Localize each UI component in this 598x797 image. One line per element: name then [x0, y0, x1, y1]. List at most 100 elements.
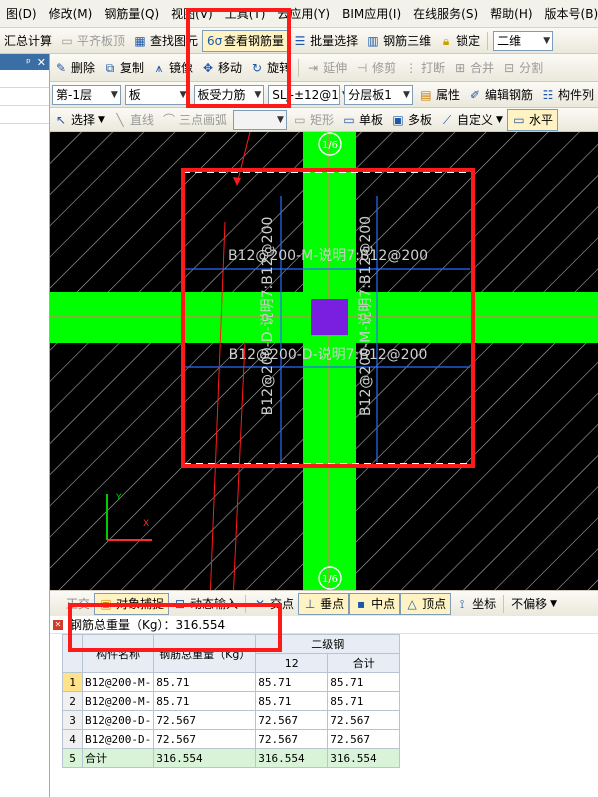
vertex-icon: △: [407, 596, 417, 611]
cell-d12[interactable]: 85.71: [255, 691, 329, 711]
menu-item-cloud[interactable]: 云应用(Y): [271, 0, 336, 27]
pin-icon[interactable]: ᵖ: [26, 56, 31, 69]
cell-name[interactable]: B12@200-M-: [81, 691, 155, 711]
edit-rebar-button[interactable]: ✐ 编辑钢筋: [464, 84, 537, 106]
cell-sum[interactable]: 316.554: [327, 748, 401, 768]
line-button[interactable]: ╲ 直线: [109, 109, 158, 131]
summary-button[interactable]: 汇总计算: [0, 30, 56, 52]
cell-total[interactable]: 72.567: [153, 710, 257, 730]
cell-sum[interactable]: 72.567: [327, 710, 401, 730]
snap-toolbar: 正交 ▣ 对象捕捉 ⊡ 动态输入 ✕ 交点 ⊥ 垂点 ▪ 中点 △ 顶点 ⟟ 坐标 不偏移 ▼: [50, 590, 598, 616]
align-slab-button[interactable]: ▭ 平齐板顶: [56, 30, 129, 52]
category-select[interactable]: 板 ▼: [124, 84, 190, 105]
intersect-snap-button[interactable]: ✕ 交点: [249, 593, 298, 615]
element-select[interactable]: SLJ-±12@1▼: [268, 84, 349, 105]
total-weight-header[interactable]: 钢筋总重量（Kg）: [153, 634, 257, 673]
break-button[interactable]: ⋮ 打断: [400, 57, 449, 79]
column[interactable]: [311, 299, 348, 335]
dynamic-input-button[interactable]: ⊡ 动态输入: [169, 593, 242, 615]
rotate-button[interactable]: ↻ 旋转: [246, 57, 295, 79]
split-button[interactable]: ⊟ 分割: [498, 57, 547, 79]
cell-name[interactable]: B12@200-M-: [81, 672, 155, 692]
name-header[interactable]: 构件名称: [81, 634, 155, 673]
rect-button[interactable]: ▭ 矩形: [289, 109, 338, 131]
horizontal-button[interactable]: ▭ 水平: [506, 108, 558, 131]
cell-name[interactable]: B12@200-D-: [81, 729, 155, 749]
diameter-header[interactable]: 12: [255, 653, 329, 673]
coordinate-button[interactable]: ⟟ 坐标: [451, 593, 500, 615]
table-total-row[interactable]: 5 合计 316.554 316.554 316.554: [62, 748, 401, 768]
intersect-icon: ✕: [255, 596, 266, 611]
close-icon[interactable]: ✕: [53, 620, 63, 630]
extend-button[interactable]: ⇥ 延伸: [302, 57, 351, 79]
vertex-snap-button[interactable]: △ 顶点: [400, 592, 452, 615]
cell-name[interactable]: B12@200-D-: [81, 710, 155, 730]
cell-sum[interactable]: 85.71: [327, 672, 401, 692]
view-rebar-button[interactable]: 6σ 查看钢筋量: [202, 29, 290, 52]
rebar-label-left[interactable]: B12@200-D-说明7:B12@200: [260, 217, 276, 416]
rebar-3d-button[interactable]: ▥ 钢筋三维: [362, 30, 435, 52]
cell-d12[interactable]: 72.567: [255, 710, 329, 730]
table-row[interactable]: 3 B12@200-D- 72.567 72.567 72.567: [62, 710, 401, 730]
menu-item-version[interactable]: 版本号(B): [539, 0, 598, 27]
floor-select[interactable]: 第-1层 ▼: [52, 84, 121, 105]
cell-d12[interactable]: 316.554: [255, 748, 329, 768]
cell-sum[interactable]: 72.567: [327, 729, 401, 749]
cell-total[interactable]: 316.554: [153, 748, 257, 768]
align-icon: ▭: [61, 33, 73, 48]
drawing-canvas[interactable]: 1/6 1/6 B12@200-M-说明7:B12@200 B12@200-D-…: [50, 132, 598, 590]
lock-button[interactable]: 🔒︎ 锁定: [435, 30, 484, 52]
menu-item-tools[interactable]: 工具(T): [219, 0, 272, 27]
arc-mode-select[interactable]: ▼: [232, 109, 287, 130]
cell-total[interactable]: 85.71: [153, 672, 257, 692]
component-list-button[interactable]: ☷ 构件列: [537, 84, 598, 106]
rebar-total-text: 钢筋总重量（Kg）：316.554: [70, 618, 226, 632]
single-slab-button[interactable]: ▭ 单板: [338, 109, 387, 131]
table-row[interactable]: 1 B12@200-M- 85.71 85.71 85.71: [62, 672, 401, 692]
perpendicular-snap-button[interactable]: ⊥ 垂点: [298, 592, 350, 615]
cell-sum[interactable]: 85.71: [327, 691, 401, 711]
menu-item-rebar-qty[interactable]: 钢筋量(Q): [98, 0, 165, 27]
cell-d12[interactable]: 72.567: [255, 729, 329, 749]
menu-item-view[interactable]: 视图(V): [165, 0, 219, 27]
rebar-label-top[interactable]: B12@200-M-说明7:B12@200: [228, 248, 428, 264]
dynamic-input-icon: ⊡: [175, 596, 186, 611]
find-element-button[interactable]: ▦ 查找图元: [129, 30, 202, 52]
custom-button[interactable]: ⟋ 自定义 ▼: [436, 109, 507, 131]
multi-slab-button[interactable]: ▣ 多板: [387, 109, 436, 131]
delete-button[interactable]: ✎ 删除: [50, 57, 99, 79]
move-button[interactable]: ✥ 移动: [197, 57, 246, 79]
rebar-label-right[interactable]: B12@200-M-说明7:B12@200: [358, 216, 374, 416]
rebar-label-bottom[interactable]: B12@200-D-说明7:B12@200: [229, 347, 428, 363]
mirror-button[interactable]: ⩚ 镜像: [148, 57, 197, 79]
arc-button[interactable]: ⌒ 三点画弧: [158, 109, 231, 131]
midpoint-snap-button[interactable]: ▪ 中点: [349, 592, 401, 615]
properties-button[interactable]: ▤ 属性: [415, 84, 464, 106]
offset-mode-select[interactable]: 不偏移 ▼: [507, 593, 561, 615]
trim-button[interactable]: ⊣ 修剪: [351, 57, 400, 79]
select-button[interactable]: ↖ 选择 ▼: [50, 109, 109, 131]
menu-item-modify[interactable]: 修改(M): [43, 0, 99, 27]
view-mode-select[interactable]: 二维 ▼: [493, 30, 554, 51]
object-snap-button[interactable]: ▣ 对象捕捉: [94, 592, 170, 615]
menu-item-help[interactable]: 帮助(H): [484, 0, 538, 27]
ortho-button[interactable]: 正交: [62, 593, 94, 615]
chevron-down-icon: ▼: [543, 35, 551, 46]
copy-button[interactable]: ⧉ 复制: [99, 57, 148, 79]
table-row[interactable]: 2 B12@200-M- 85.71 85.71 85.71: [62, 691, 401, 711]
cell-d12[interactable]: 85.71: [255, 672, 329, 692]
subtotal-header[interactable]: 合计: [327, 653, 401, 673]
merge-button[interactable]: ⊞ 合并: [449, 57, 498, 79]
menu-item-online[interactable]: 在线服务(S): [407, 0, 484, 27]
subtype-select[interactable]: 板受力筋 ▼: [193, 84, 265, 105]
table-row[interactable]: 4 B12@200-D- 72.567 72.567 72.567: [62, 729, 401, 749]
close-icon[interactable]: ✕: [37, 56, 46, 69]
layer-select[interactable]: 分层板1 ▼: [344, 84, 413, 105]
menu-item-bim[interactable]: BIM应用(I): [336, 0, 407, 27]
cell-total[interactable]: 72.567: [153, 729, 257, 749]
offset-mode-value: 不偏移: [511, 597, 548, 611]
menu-item-drawing[interactable]: 图(D): [0, 0, 43, 27]
cell-total[interactable]: 85.71: [153, 691, 257, 711]
cell-name[interactable]: 合计: [81, 748, 155, 768]
batch-select-button[interactable]: ☰ 批量选择: [289, 30, 362, 52]
